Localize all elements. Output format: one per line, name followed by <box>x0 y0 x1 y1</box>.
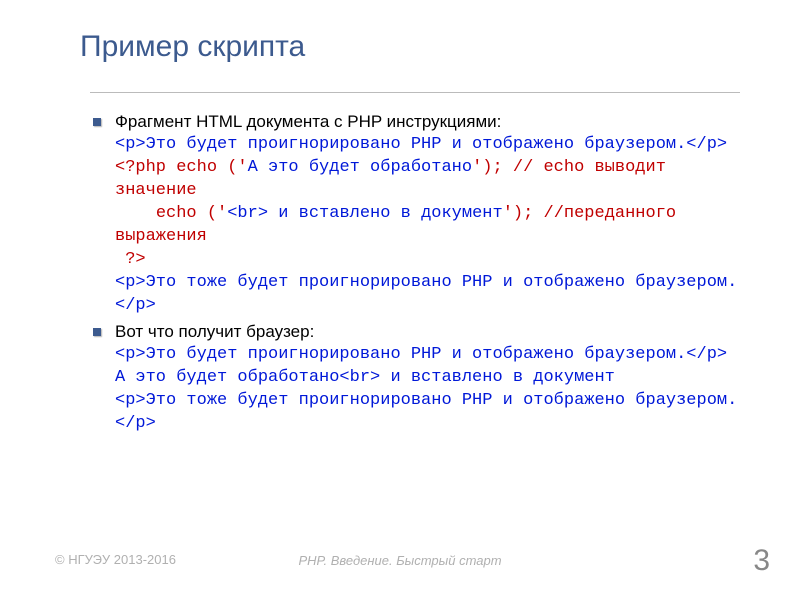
code-line: <?php echo (' <box>115 158 248 177</box>
code-line: <p>Это будет проигнорировано PHP и отобр… <box>115 345 727 364</box>
code-line: <p>Это тоже будет проигнорировано PHP и … <box>115 273 737 315</box>
bullet-icon <box>93 328 101 336</box>
bullet-icon <box>93 118 101 126</box>
footer-subtitle: PHP. Введение. Быстрый старт <box>0 553 800 568</box>
slide: Пример скрипта Фрагмент HTML документа с… <box>0 0 800 600</box>
code-line: <br> и вставлено в документ <box>227 204 502 223</box>
code-line: ?> <box>115 250 146 269</box>
divider <box>90 92 740 93</box>
bullet2-intro: Вот что получит браузер: <box>115 321 750 344</box>
page-number: 3 <box>753 544 770 578</box>
code-line: echo (' <box>115 204 227 223</box>
bullet1-intro: Фрагмент HTML документа с PHP инструкция… <box>115 111 750 134</box>
code-line: <p>Это будет проигнорировано PHP и отобр… <box>115 135 727 154</box>
code-block-1: <p>Это будет проигнорировано PHP и отобр… <box>115 134 750 318</box>
code-line: А это будет обработано<br> и вставлено в… <box>115 368 615 387</box>
slide-title: Пример скрипта <box>80 30 750 64</box>
bullet-item-2: Вот что получит браузер: <p>Это будет пр… <box>115 321 750 436</box>
bullet-item-1: Фрагмент HTML документа с PHP инструкция… <box>115 111 750 317</box>
code-line: <p>Это тоже будет проигнорировано PHP и … <box>115 391 737 433</box>
slide-content: Фрагмент HTML документа с PHP инструкция… <box>115 111 750 436</box>
code-line: А это будет обработано <box>248 158 472 177</box>
code-block-2: <p>Это будет проигнорировано PHP и отобр… <box>115 344 750 436</box>
